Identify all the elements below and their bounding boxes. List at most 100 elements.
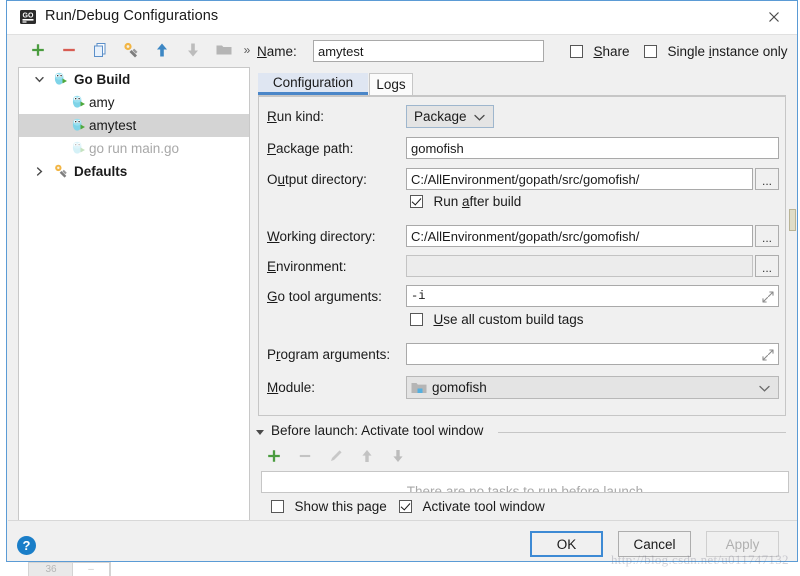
- move-down-icon[interactable]: [184, 41, 202, 59]
- remove-icon[interactable]: [60, 41, 78, 59]
- activate-tool-window-label: Activate tool window: [422, 499, 544, 514]
- gopher-run-icon: [53, 71, 69, 87]
- chevron-right-icon[interactable]: [31, 163, 47, 179]
- tab-logs[interactable]: Logs: [369, 73, 413, 95]
- name-label: Name:: [257, 44, 297, 59]
- go-tool-arguments-label: Go tool arguments:: [267, 289, 382, 304]
- environment-input[interactable]: [406, 255, 753, 277]
- help-icon[interactable]: ?: [17, 536, 36, 555]
- cancel-button[interactable]: Cancel: [618, 531, 691, 557]
- collapse-triangle-icon[interactable]: [256, 430, 264, 435]
- module-folder-icon: [411, 381, 427, 395]
- dialog-title: Run/Debug Configurations: [45, 8, 218, 24]
- dialog-titlebar: GO Run/Debug Configurations: [7, 1, 797, 35]
- move-task-up-icon: [358, 447, 376, 465]
- run-after-build-checkbox[interactable]: Run after build: [410, 193, 521, 211]
- use-custom-build-tags-checkbox-box[interactable]: [410, 313, 423, 326]
- name-input[interactable]: [313, 40, 544, 62]
- background-vertical-rule: [110, 560, 111, 576]
- package-path-label: Package path:: [267, 141, 353, 156]
- go-tool-arguments-input[interactable]: [406, 285, 779, 307]
- background-bottom-strip: [0, 560, 800, 576]
- before-launch-rule: [498, 432, 786, 433]
- module-dropdown[interactable]: gomofish: [406, 376, 779, 399]
- show-this-page-checkbox-box[interactable]: [271, 500, 284, 513]
- expand-editor-icon[interactable]: [762, 290, 774, 302]
- gopher-run-icon: [71, 94, 87, 110]
- edit-templates-icon[interactable]: [122, 41, 140, 59]
- ok-button[interactable]: OK: [530, 531, 603, 557]
- footer-separator: [8, 520, 797, 521]
- use-custom-build-tags-label: Use all custom build tags: [433, 312, 583, 327]
- tree-item-label: amy: [89, 95, 115, 110]
- run-kind-label: Run kind:: [267, 109, 324, 124]
- program-arguments-label: Program arguments:: [267, 347, 390, 362]
- share-checkbox-box[interactable]: [570, 45, 583, 58]
- gopher-run-icon: [71, 140, 87, 156]
- svg-text:GO: GO: [23, 13, 34, 20]
- background-gutter-cell: 36: [28, 562, 74, 576]
- show-this-page-label: Show this page: [294, 499, 386, 514]
- package-path-input[interactable]: [406, 137, 779, 159]
- tree-item-label: Go Build: [74, 72, 130, 87]
- move-up-icon[interactable]: [153, 41, 171, 59]
- environment-browse-button[interactable]: ...: [755, 255, 779, 277]
- show-this-page-checkbox[interactable]: Show this page: [271, 498, 387, 516]
- single-instance-checkbox-box[interactable]: [644, 45, 657, 58]
- tab-logs-label: Logs: [376, 77, 405, 92]
- tree-item-go-build[interactable]: Go Build: [19, 68, 249, 91]
- before-launch-empty-message: There are no tasks to run before launch: [262, 484, 788, 493]
- single-instance-label: Single instance only: [667, 44, 787, 59]
- working-directory-browse-button[interactable]: ...: [755, 225, 779, 247]
- wrench-icon: [53, 163, 69, 179]
- editor-tabstrip: Configuration Logs: [258, 73, 786, 96]
- program-arguments-input[interactable]: [406, 343, 779, 365]
- run-after-build-checkbox-box[interactable]: [410, 195, 423, 208]
- activate-tool-window-checkbox[interactable]: Activate tool window: [399, 498, 545, 516]
- tree-item-label: Defaults: [74, 164, 127, 179]
- run-kind-value: Package: [414, 109, 467, 124]
- add-task-icon[interactable]: [265, 447, 283, 465]
- tree-item-go-run-main-go[interactable]: go run main.go: [19, 137, 249, 160]
- gopher-run-icon: [71, 117, 87, 133]
- configuration-editor-panel: Configuration Logs Run kind: Package: [258, 67, 786, 417]
- tab-configuration-label: Configuration: [273, 75, 353, 90]
- run-kind-dropdown[interactable]: Package: [406, 105, 494, 128]
- close-icon[interactable]: [751, 1, 797, 33]
- tree-item-amy[interactable]: amy: [19, 91, 249, 114]
- environment-label: Environment:: [267, 259, 347, 274]
- working-directory-label: Working directory:: [267, 229, 376, 244]
- before-launch-task-list[interactable]: There are no tasks to run before launch: [261, 471, 789, 493]
- configurations-tree[interactable]: Go Build amy: [18, 67, 250, 521]
- tree-item-label: go run main.go: [89, 141, 179, 156]
- working-directory-input[interactable]: [406, 225, 753, 247]
- move-task-down-icon: [389, 447, 407, 465]
- module-label: Module:: [267, 380, 315, 395]
- share-label: Share: [593, 44, 629, 59]
- folder-icon[interactable]: [215, 41, 233, 59]
- single-instance-checkbox[interactable]: Single instance only: [644, 43, 788, 61]
- output-directory-input[interactable]: [406, 168, 753, 190]
- apply-button: Apply: [706, 531, 779, 557]
- share-checkbox[interactable]: Share: [570, 43, 630, 61]
- overflow-icon[interactable]: »: [240, 41, 254, 59]
- chevron-down-icon: [759, 380, 770, 395]
- run-after-build-label: Run after build: [433, 194, 521, 209]
- go-logo-icon: GO: [19, 8, 37, 26]
- before-launch-title: Before launch: Activate tool window: [271, 423, 483, 438]
- tree-item-defaults[interactable]: Defaults: [19, 160, 249, 183]
- chevron-down-icon: [474, 109, 485, 124]
- tree-item-amytest[interactable]: amytest: [19, 114, 249, 137]
- tab-configuration[interactable]: Configuration: [258, 73, 368, 95]
- remove-task-icon: [296, 447, 314, 465]
- expand-editor-icon[interactable]: [762, 348, 774, 360]
- svg-text:»: »: [244, 43, 251, 57]
- activate-tool-window-checkbox-box[interactable]: [399, 500, 412, 513]
- output-directory-browse-button[interactable]: ...: [755, 168, 779, 190]
- copy-icon[interactable]: [91, 41, 109, 59]
- form-scrollbar-thumb[interactable]: [789, 209, 796, 231]
- add-icon[interactable]: [29, 41, 47, 59]
- use-custom-build-tags-checkbox[interactable]: Use all custom build tags: [410, 311, 584, 329]
- tree-item-label: amytest: [89, 118, 136, 133]
- chevron-down-icon[interactable]: [31, 71, 47, 87]
